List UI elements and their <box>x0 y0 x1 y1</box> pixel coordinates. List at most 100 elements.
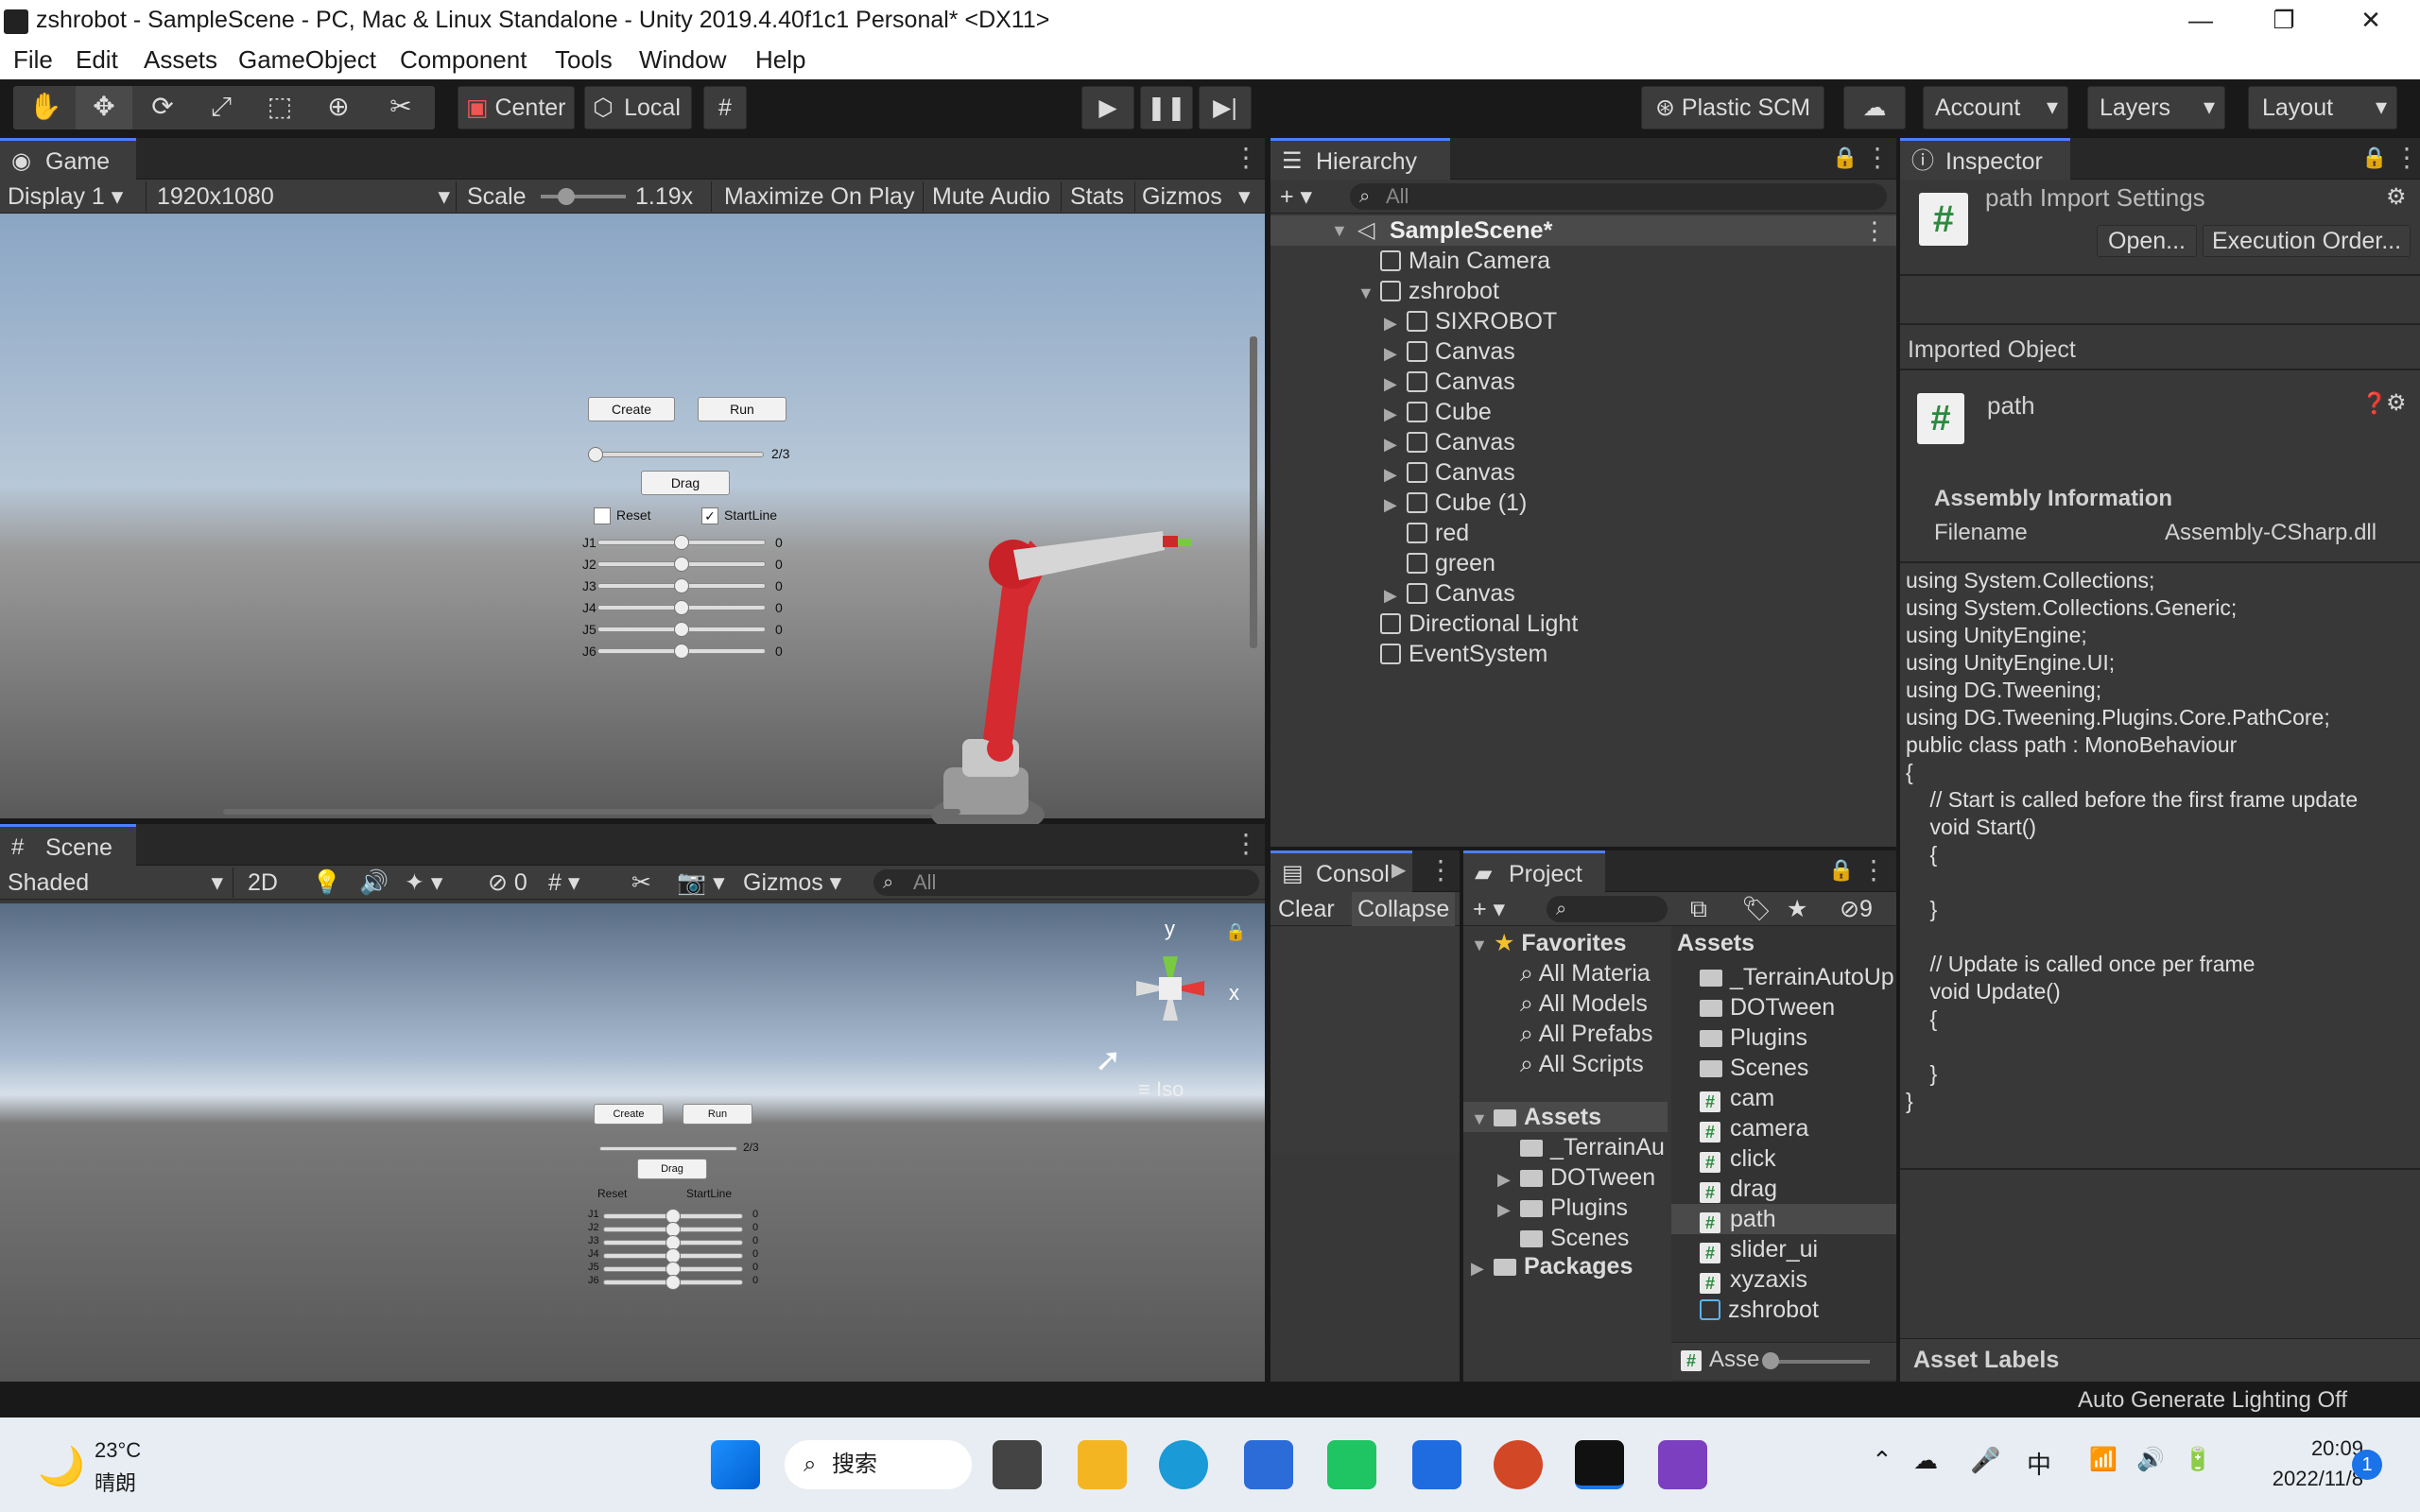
tools-icon[interactable]: ✂ <box>631 866 651 900</box>
drag-button[interactable]: Drag <box>641 471 730 495</box>
stats-button[interactable]: Stats <box>1070 180 1124 214</box>
search-by-label-icon[interactable]: 🏷 <box>1741 892 1772 926</box>
battery-icon[interactable]: 🔋 <box>2184 1446 2212 1473</box>
wifi-icon[interactable]: 📶 <box>2089 1446 2118 1473</box>
asset-tree-item[interactable]: ▶ Plugins <box>1497 1193 1668 1223</box>
inspector-menu-icon[interactable]: ⋮ <box>2394 138 2420 178</box>
project-file-row[interactable]: # camera <box>1671 1113 1896 1143</box>
account-dropdown[interactable]: Account <box>1923 86 2068 129</box>
execution-order-button[interactable]: Execution Order... <box>2203 225 2411 257</box>
scale-tool-icon[interactable]: ⤢ <box>193 86 250 129</box>
unity-taskbar-icon[interactable] <box>1575 1440 1624 1489</box>
game-vertical-scrollbar[interactable] <box>1250 336 1257 648</box>
settings-gear-icon[interactable]: ⚙ <box>2386 183 2407 211</box>
edge-browser-icon[interactable] <box>1159 1440 1208 1489</box>
taskbar-search[interactable]: ⌕ 搜索 <box>785 1440 972 1489</box>
expand-arrow-icon[interactable]: ▶ <box>1384 338 1407 369</box>
microsoft-store-icon[interactable] <box>1244 1440 1293 1489</box>
pivot-center-button[interactable]: ▣ Center <box>458 86 575 129</box>
joint-slider-handle[interactable] <box>674 578 689 593</box>
projection-toggle[interactable]: ≡ Iso <box>1138 1077 1184 1102</box>
tab-inspector[interactable]: ⓘ Inspector <box>1900 138 2070 180</box>
visual-studio-icon[interactable] <box>1658 1440 1707 1489</box>
camera-icon[interactable]: 📷 ▾ <box>677 866 725 900</box>
scene-create-button[interactable]: Create <box>594 1104 664 1125</box>
hierarchy-item[interactable]: Main Camera <box>1357 246 1550 276</box>
project-file-row[interactable]: # drag <box>1671 1174 1896 1204</box>
favorite-item[interactable]: ⌕ All Scripts <box>1520 1049 1644 1079</box>
startline-checkbox[interactable]: ✓ <box>701 507 718 524</box>
assets-node[interactable]: ▼ Assets <box>1463 1102 1668 1132</box>
project-search-input[interactable]: ⌕ <box>1547 896 1668 922</box>
microphone-icon[interactable]: 🎤 <box>1970 1446 2000 1475</box>
input-method[interactable]: 中 <box>2027 1446 2051 1481</box>
hierarchy-item[interactable]: ▶ Canvas <box>1384 457 1515 488</box>
custom-tool-icon[interactable]: ✂ <box>372 86 429 129</box>
hierarchy-item[interactable]: ▶ Canvas <box>1384 367 1515 397</box>
project-menu-icon[interactable]: ⋮ <box>1860 850 1887 890</box>
scale-slider[interactable] <box>541 195 626 198</box>
menu-edit[interactable]: Edit <box>76 45 118 75</box>
layout-dropdown[interactable]: Layout <box>2248 86 2397 129</box>
asset-tree-item[interactable]: ▶ DOTween <box>1497 1162 1668 1193</box>
path-slider[interactable] <box>594 452 764 457</box>
audio-toggle-icon[interactable]: 🔊 <box>359 866 389 900</box>
joint-slider-handle[interactable] <box>674 622 689 637</box>
hierarchy-item[interactable]: ▶ Canvas <box>1384 336 1515 367</box>
lighting-status[interactable]: Auto Generate Lighting Off <box>2078 1387 2347 1414</box>
task-view-icon[interactable] <box>993 1440 1042 1489</box>
expand-arrow-icon[interactable]: ▶ <box>1384 580 1407 610</box>
menu-assets[interactable]: Assets <box>144 45 217 75</box>
rect-tool-icon[interactable]: ⬚ <box>251 86 308 129</box>
console-clear-button[interactable]: Clear <box>1278 892 1335 926</box>
expand-arrow-icon[interactable]: ▼ <box>1357 278 1380 308</box>
tab-hierarchy[interactable]: ☰ Hierarchy <box>1270 138 1450 180</box>
pivot-local-button[interactable]: ⬡ Local <box>584 86 692 129</box>
resolution-dropdown[interactable]: 1920x1080 ▾ <box>157 180 450 214</box>
expand-arrow-icon[interactable]: ▶ <box>1384 429 1407 459</box>
hierarchy-item[interactable]: red <box>1384 518 1469 548</box>
grid-toggle-icon[interactable]: # ▾ <box>548 866 579 900</box>
run-button[interactable]: Run <box>698 397 786 421</box>
open-button[interactable]: Open... <box>2097 225 2197 257</box>
grid-snap-button[interactable]: # <box>703 86 747 129</box>
icon-size-slider[interactable] <box>1766 1360 1870 1364</box>
clock-date[interactable]: 2022/11/8 <box>2238 1467 2363 1491</box>
project-file-row[interactable]: # slider_ui <box>1671 1234 1896 1264</box>
transform-tool-icon[interactable]: ⊕ <box>310 86 367 129</box>
asset-tree-item[interactable]: Scenes <box>1497 1223 1668 1253</box>
hierarchy-item[interactable]: green <box>1384 548 1495 578</box>
volume-icon[interactable]: 🔊 <box>2136 1446 2165 1473</box>
inspector-lock-icon[interactable]: 🔒 <box>2361 138 2387 178</box>
scene-search-input[interactable]: ⌕ All <box>873 869 1259 896</box>
hierarchy-item[interactable]: ▼ zshrobot <box>1357 276 1499 306</box>
notification-badge[interactable]: 1 <box>2352 1450 2382 1480</box>
hidden-objects-icon[interactable]: ⊘ 0 <box>488 866 527 900</box>
asset-tree-item[interactable]: _TerrainAu <box>1497 1132 1668 1162</box>
expand-arrow-icon[interactable]: ▶ <box>1384 399 1407 429</box>
project-file-row[interactable]: Plugins <box>1671 1022 1896 1053</box>
scale-slider-handle[interactable] <box>558 188 575 205</box>
lighting-toggle-icon[interactable]: 💡 <box>312 866 341 900</box>
favorites-node[interactable]: ▼ ★ Favorites <box>1471 928 1627 958</box>
console-more-icon[interactable]: ▶ <box>1392 850 1406 890</box>
mute-audio-button[interactable]: Mute Audio <box>932 180 1050 214</box>
breadcrumb[interactable]: Assets <box>1677 928 1754 958</box>
scene-drag-button[interactable]: Drag <box>637 1159 707 1179</box>
menu-tools[interactable]: Tools <box>555 45 613 75</box>
hierarchy-item[interactable]: ▶ Cube (1) <box>1384 488 1527 518</box>
expand-arrow-icon[interactable]: ▶ <box>1497 1194 1520 1223</box>
menu-help[interactable]: Help <box>755 45 805 75</box>
clock-time[interactable]: 20:09 <box>2278 1436 2363 1461</box>
cloud-button[interactable]: ☁ <box>1843 86 1906 129</box>
effects-toggle-icon[interactable]: ✦ ▾ <box>405 866 442 900</box>
project-file-row[interactable]: # click <box>1671 1143 1896 1174</box>
scene-menu-icon[interactable]: ⋮ <box>1862 215 1887 246</box>
layers-dropdown[interactable]: Layers <box>2087 86 2225 129</box>
project-file-row[interactable]: # path <box>1671 1204 1896 1234</box>
joint-slider-handle[interactable] <box>674 535 689 550</box>
display-dropdown[interactable]: Display 1 ▾ <box>8 180 123 214</box>
rotate-tool-icon[interactable]: ⟳ <box>134 86 191 129</box>
scene-run-button[interactable]: Run <box>683 1104 752 1125</box>
hierarchy-search-input[interactable]: ⌕ All <box>1350 183 1887 210</box>
